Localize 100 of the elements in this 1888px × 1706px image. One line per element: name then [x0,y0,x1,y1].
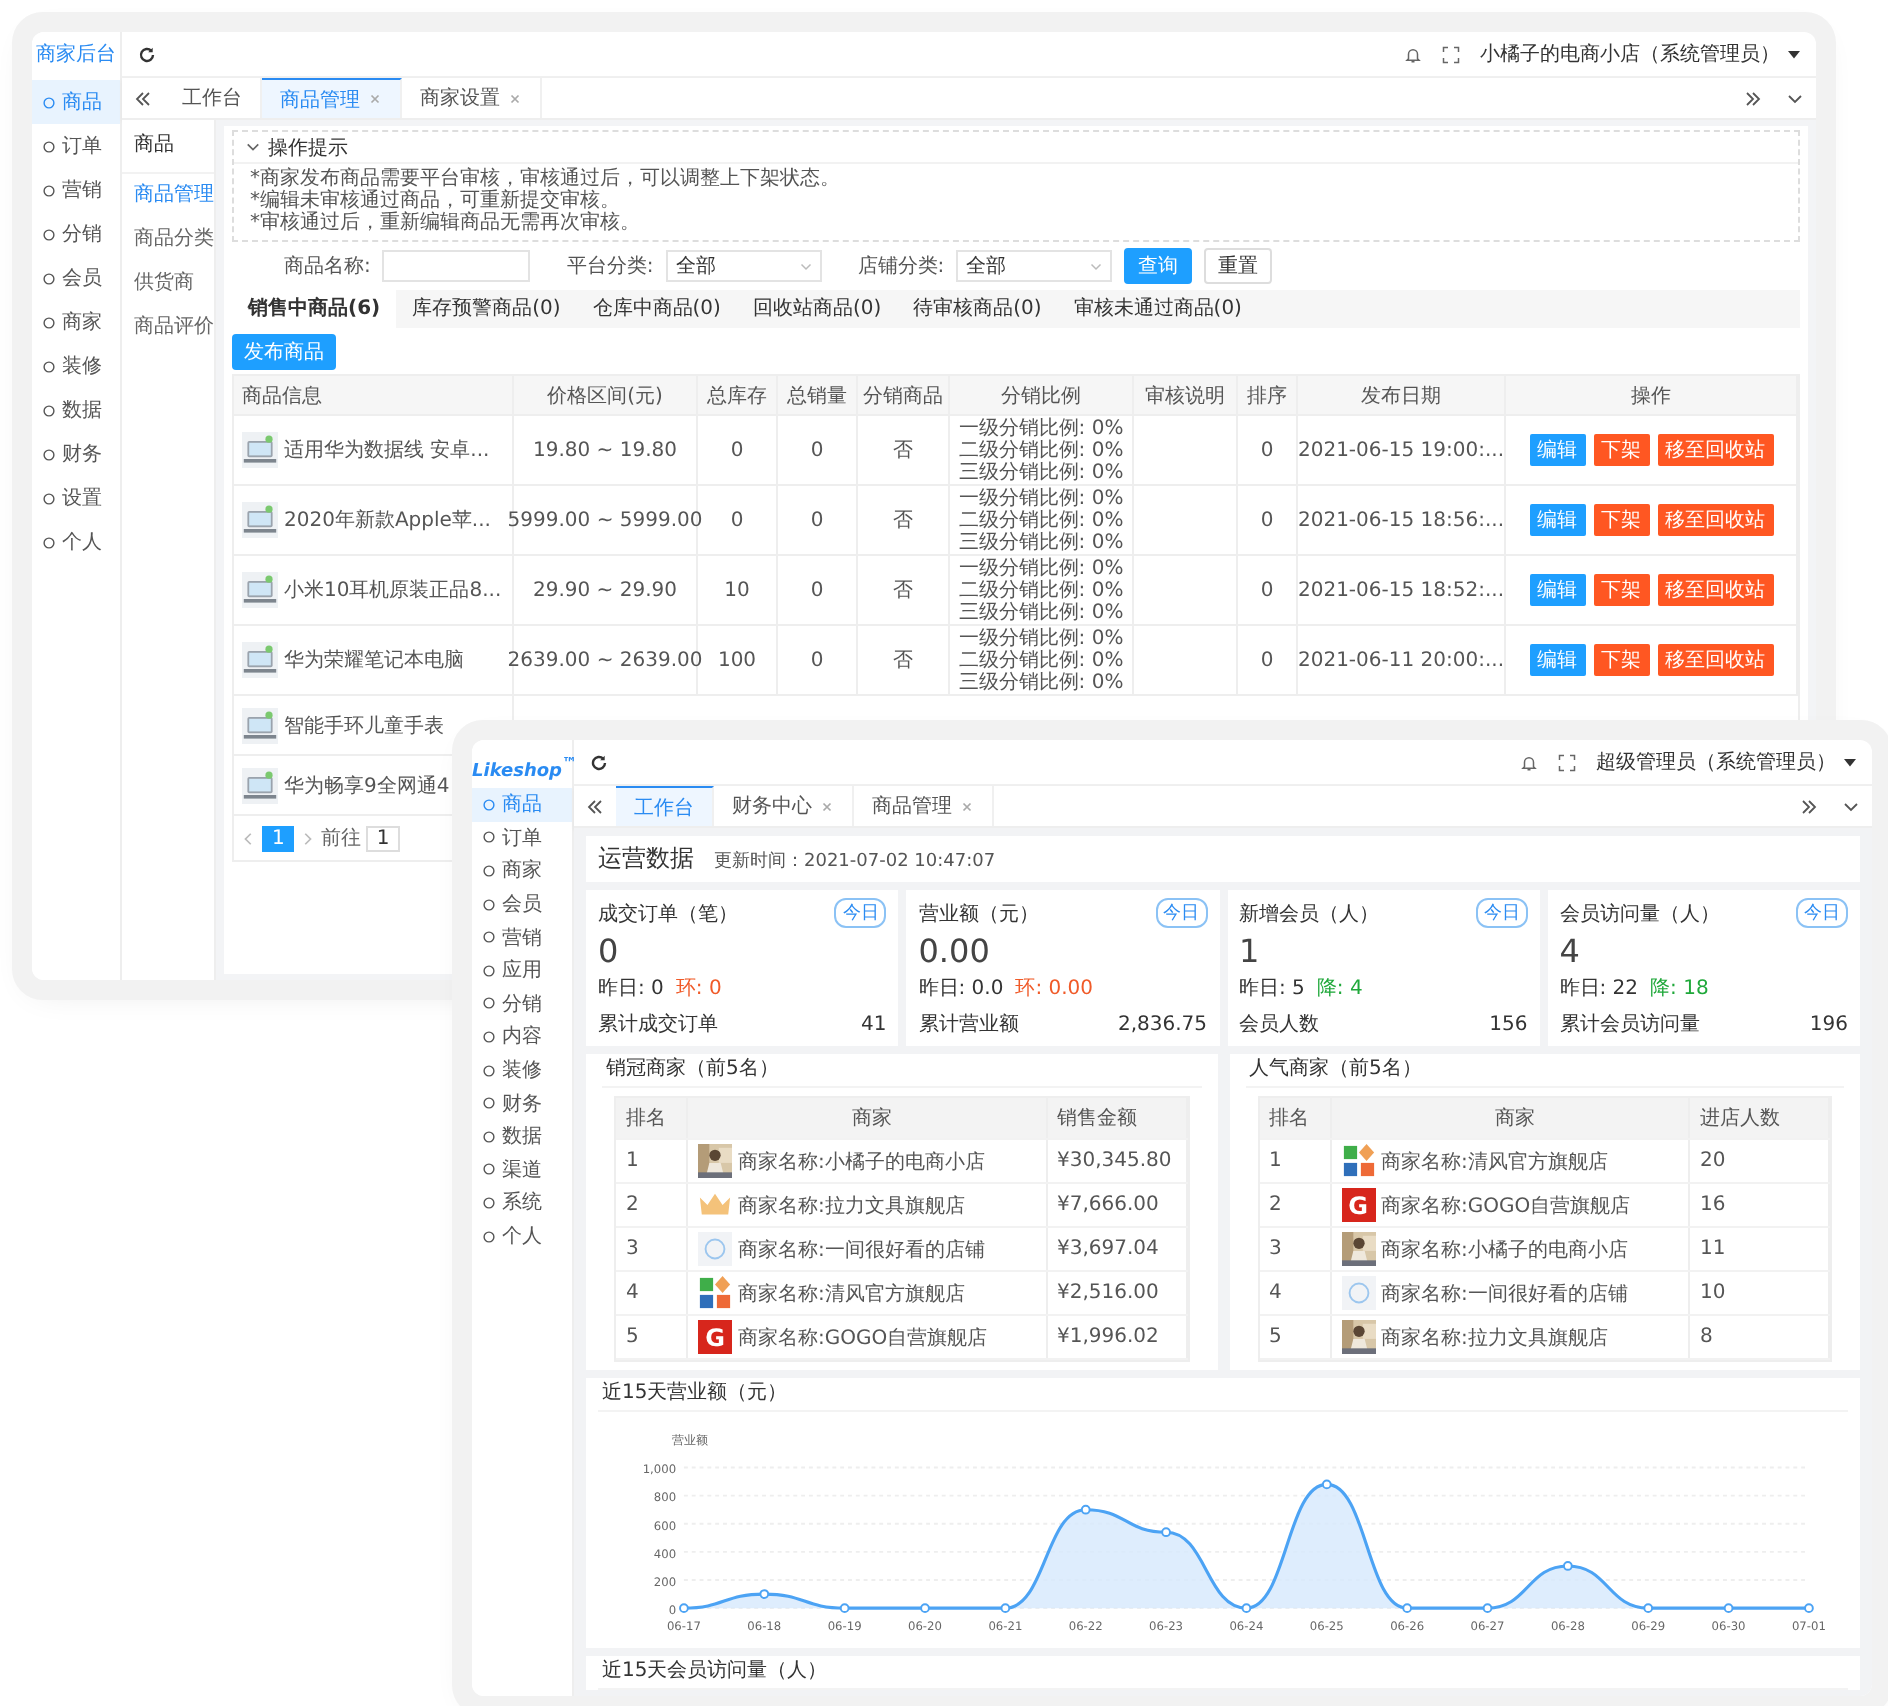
sub-menu-item[interactable]: 供货商 [122,262,214,306]
sidebar-item[interactable]: 商家 [472,854,572,888]
today-badge: 今日 [1155,898,1207,928]
table-cell: 1 [616,1140,688,1182]
sidebar-item[interactable]: 渠道 [472,1153,572,1187]
fullscreen-icon[interactable] [1558,753,1576,771]
ratio-text: 二级分销比例: 0% [958,439,1124,461]
status-tab[interactable]: 回收站商品(0) [736,290,898,328]
ring-icon [698,1232,732,1266]
sidebar-item[interactable]: 营销 [472,920,572,954]
bell-icon[interactable] [1520,753,1538,771]
sidebar-item[interactable]: 数据 [32,388,120,432]
category-select[interactable]: 全部 [665,250,822,282]
sidebar-item[interactable]: 订单 [472,821,572,855]
collapse-icon[interactable] [134,89,152,107]
yesterday-text: 昨日: 0 [598,976,664,1002]
refresh-icon[interactable] [590,753,608,771]
table-cell: 4 [1259,1272,1331,1314]
ratio-text: 一级分销比例: 0% [958,417,1124,439]
sidebar-item[interactable]: 设置 [32,476,120,520]
page-input[interactable]: 1 [366,825,400,851]
point [1804,1603,1814,1614]
store-name: 商家名称:一间很好看的店铺 [738,1237,985,1263]
product-name: 华为畅享9全网通4 [284,773,450,799]
category-select[interactable]: 全部 [956,250,1113,282]
status-tab[interactable]: 仓库中商品(0) [576,290,737,328]
sidebar-item[interactable]: 个人 [32,520,120,564]
table-cell: 2021-06-15 18:52:... [1298,556,1506,624]
table-cell: 5 [1259,1316,1331,1358]
circle-icon [482,1096,496,1111]
total-label: 累计营业额 [918,1011,1019,1038]
sidebar-item[interactable]: 营销 [32,168,120,212]
table-cell: 11 [1690,1228,1830,1270]
sidebar-item[interactable]: 分销 [472,987,572,1021]
sub-menu-item[interactable]: 商品分类 [122,218,214,262]
refresh-icon[interactable] [138,45,156,63]
column-header: 排序 [1238,376,1298,414]
card-title: 成交订单（笔） [598,901,738,927]
status-tab[interactable]: 待审核商品(0) [897,290,1058,328]
table-cell: 0 [698,416,778,484]
caret-icon[interactable] [1788,48,1800,60]
reset-button[interactable]: 重置 [1204,248,1273,284]
page-tab[interactable]: 商家设置 [402,78,542,118]
chevron-down-icon[interactable] [246,140,260,154]
page-tab[interactable]: 商品管理 [854,786,994,826]
chevron-down-icon[interactable] [1786,89,1804,107]
sub-menu-item[interactable]: 商品评价 [122,306,214,350]
change-text: 降: 18 [1650,976,1709,1002]
status-tab[interactable]: 库存预警商品(0) [396,290,577,328]
sidebar-item[interactable]: 财务 [472,1086,572,1120]
bell-icon[interactable] [1404,45,1422,63]
point [1241,1603,1252,1614]
point [1402,1603,1413,1614]
point [1723,1603,1734,1614]
chevron-down-icon[interactable] [1842,797,1860,815]
user-menu[interactable]: 超级管理员（系统管理员） [1596,748,1836,776]
sidebar-item[interactable]: 装修 [32,344,120,388]
user-menu[interactable]: 小橘子的电商小店（系统管理员） [1480,40,1780,68]
sidebar-item[interactable]: 订单 [32,124,120,168]
table-cell: 0 [1238,556,1298,624]
caret-icon[interactable] [1844,756,1856,768]
total-value: 156 [1489,1013,1528,1035]
circle-icon [482,830,496,845]
column-header: 排名 [1259,1098,1331,1138]
expand-icon[interactable] [1744,89,1762,107]
sidebar-item[interactable]: 商家 [32,300,120,344]
filter-label: 店铺分类: [857,253,945,280]
sidebar-item[interactable]: 会员 [32,256,120,300]
status-tab[interactable]: 销售中商品(6) [232,290,397,328]
store-name: 商家名称:小橘子的电商小店 [738,1149,985,1175]
fullscreen-icon[interactable] [1442,45,1460,63]
chevron-down-icon [1090,260,1103,272]
page-tab[interactable]: 财务中心 [714,786,854,826]
sidebar-item[interactable]: 应用 [472,953,572,988]
name-input[interactable] [382,250,531,282]
table-cell: 8 [1690,1316,1830,1358]
sidebar-item[interactable]: 会员 [472,887,572,921]
sub-menu-item[interactable]: 商品管理 [122,174,214,218]
circle-icon [482,1229,496,1244]
column-header: 商品信息 [234,376,514,414]
tip-text: *编辑未审核通过商品，可重新提交审核。 [250,190,622,212]
product-name: 小米10耳机原装正品8... [284,577,502,604]
table-cell: 10 [698,556,778,624]
sidebar-item[interactable]: 系统 [472,1186,572,1220]
table-cell: 10 [1690,1272,1830,1314]
collapse-icon[interactable] [586,797,604,815]
sidebar-item[interactable]: 个人 [472,1219,572,1253]
point [1643,1603,1654,1614]
card-title: 会员访问量（人） [1559,901,1720,927]
sidebar-item[interactable]: 财务 [32,432,120,476]
status-tab[interactable]: 审核未通过商品(0) [1057,290,1258,328]
total-label: 会员人数 [1239,1012,1319,1038]
expand-icon[interactable] [1800,797,1818,815]
table-cell: 19.80 ~ 19.80 [514,416,698,484]
circle-icon [42,227,56,241]
sidebar-item[interactable]: 装修 [472,1053,572,1087]
sidebar-item[interactable]: 分销 [32,212,120,256]
sidebar-item[interactable]: 数据 [472,1119,572,1154]
sidebar-item[interactable]: 内容 [472,1020,572,1054]
point [1000,1603,1011,1614]
